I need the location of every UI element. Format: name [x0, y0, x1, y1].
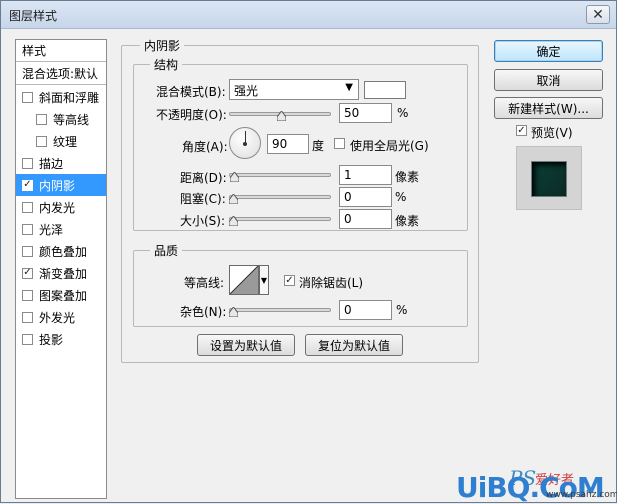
- style-checkbox[interactable]: [22, 311, 33, 323]
- layer-style-dialog: 图层样式 ✕ 样式 混合选项:默认 斜面和浮雕等高线纹理描边内阴影内发光光泽颜色…: [0, 0, 617, 504]
- style-list-label: 内阴影: [39, 178, 76, 193]
- opacity-slider[interactable]: [229, 108, 331, 121]
- opacity-input[interactable]: 50: [339, 103, 392, 123]
- style-list-item[interactable]: 等高线: [16, 108, 106, 130]
- style-list-label: 等高线: [53, 112, 90, 127]
- cancel-button[interactable]: 取消: [494, 69, 603, 91]
- style-list-label: 斜面和浮雕: [39, 90, 100, 105]
- close-button[interactable]: ✕: [586, 5, 610, 24]
- style-list-item[interactable]: 内阴影: [16, 174, 106, 196]
- style-list-item[interactable]: 渐变叠加: [16, 262, 106, 284]
- style-checkbox[interactable]: [22, 223, 33, 235]
- style-list-item[interactable]: 光泽: [16, 218, 106, 240]
- choke-label: 阻塞(C):: [180, 192, 226, 206]
- size-unit: 像素: [395, 214, 420, 228]
- style-checkbox[interactable]: [22, 245, 33, 257]
- style-preview-thumbnail: [516, 146, 582, 210]
- dropdown-arrow-icon: ▼: [260, 275, 268, 285]
- new-style-button[interactable]: 新建样式(W)...: [494, 97, 603, 119]
- style-list-item[interactable]: 描边: [16, 152, 106, 174]
- style-checkbox[interactable]: [22, 333, 33, 345]
- distance-input[interactable]: 1: [339, 165, 392, 185]
- style-list-label: 外发光: [39, 310, 76, 325]
- title-bar: 图层样式 ✕: [1, 1, 616, 29]
- global-light-checkbox[interactable]: [334, 138, 345, 149]
- noise-label: 杂色(N):: [180, 305, 227, 319]
- style-checkbox[interactable]: [36, 135, 47, 147]
- choke-slider[interactable]: [229, 191, 331, 204]
- preview-label: 预览(V): [531, 126, 573, 140]
- angle-dial[interactable]: [229, 127, 261, 159]
- angle-input[interactable]: 90: [267, 134, 309, 154]
- structure-title: 结构: [150, 56, 183, 73]
- styles-header[interactable]: 样式: [16, 40, 106, 62]
- style-checkbox[interactable]: [22, 289, 33, 301]
- inner-shadow-title: 内阴影: [140, 37, 185, 54]
- blend-mode-value: 强光: [234, 84, 259, 98]
- shadow-color-swatch[interactable]: [364, 81, 406, 99]
- style-checkbox[interactable]: [22, 91, 33, 103]
- ok-button[interactable]: 确定: [494, 40, 603, 62]
- global-light-label: 使用全局光(G): [350, 139, 429, 153]
- style-list-label: 颜色叠加: [39, 244, 88, 259]
- anti-alias-checkbox[interactable]: [284, 275, 295, 286]
- watermark-url: www.psahz.com: [546, 490, 617, 500]
- contour-dropdown-button[interactable]: ▼: [259, 265, 269, 295]
- angle-unit: 度: [312, 139, 325, 153]
- blend-mode-select[interactable]: 强光 ▼: [229, 79, 359, 100]
- quality-title: 品质: [150, 242, 183, 259]
- size-slider[interactable]: [229, 213, 331, 226]
- style-checkbox[interactable]: [22, 201, 33, 213]
- style-list-item[interactable]: 颜色叠加: [16, 240, 106, 262]
- contour-curve-icon: [229, 265, 259, 295]
- reset-default-button[interactable]: 复位为默认值: [305, 334, 403, 356]
- style-list-item[interactable]: 内发光: [16, 196, 106, 218]
- size-label: 大小(S):: [180, 214, 226, 228]
- style-list-label: 内发光: [39, 200, 76, 215]
- style-checkbox[interactable]: [22, 267, 33, 279]
- opacity-label: 不透明度(O):: [156, 108, 227, 122]
- make-default-button[interactable]: 设置为默认值: [197, 334, 295, 356]
- noise-slider[interactable]: [229, 304, 331, 317]
- style-list-label: 纹理: [53, 134, 78, 149]
- distance-unit: 像素: [395, 170, 420, 184]
- style-list-item[interactable]: 斜面和浮雕: [16, 86, 106, 108]
- distance-slider[interactable]: [229, 169, 331, 182]
- size-input[interactable]: 0: [339, 209, 392, 229]
- style-list-item[interactable]: 投影: [16, 328, 106, 350]
- blend-mode-label: 混合模式(B):: [156, 85, 226, 99]
- choke-input[interactable]: 0: [339, 187, 392, 207]
- style-checkbox[interactable]: [36, 113, 47, 125]
- close-icon: ✕: [592, 6, 604, 23]
- preview-checkbox[interactable]: [516, 125, 527, 136]
- style-list-label: 图案叠加: [39, 288, 88, 303]
- noise-input[interactable]: 0: [339, 300, 392, 320]
- style-list-label: 描边: [39, 156, 64, 171]
- angle-label: 角度(A):: [182, 140, 228, 154]
- distance-label: 距离(D):: [180, 171, 227, 185]
- style-list-label: 投影: [39, 332, 64, 347]
- style-list-item[interactable]: 外发光: [16, 306, 106, 328]
- window-title: 图层样式: [9, 9, 58, 23]
- style-checkbox[interactable]: [22, 179, 33, 191]
- anti-alias-label: 消除锯齿(L): [299, 276, 364, 290]
- style-list-label: 光泽: [39, 222, 64, 237]
- style-list: 样式 混合选项:默认 斜面和浮雕等高线纹理描边内阴影内发光光泽颜色叠加渐变叠加图…: [15, 39, 107, 499]
- noise-unit: %: [396, 303, 408, 317]
- blending-options-item[interactable]: 混合选项:默认: [16, 63, 106, 85]
- opacity-unit: %: [397, 106, 409, 120]
- slider-thumb-icon[interactable]: [277, 111, 286, 121]
- choke-unit: %: [395, 190, 407, 204]
- style-list-label: 渐变叠加: [39, 266, 88, 281]
- contour-picker[interactable]: [229, 265, 259, 295]
- dropdown-arrow-icon: ▼: [345, 82, 353, 93]
- contour-label: 等高线:: [184, 276, 225, 290]
- style-list-item[interactable]: 纹理: [16, 130, 106, 152]
- style-list-item[interactable]: 图案叠加: [16, 284, 106, 306]
- style-checkbox[interactable]: [22, 157, 33, 169]
